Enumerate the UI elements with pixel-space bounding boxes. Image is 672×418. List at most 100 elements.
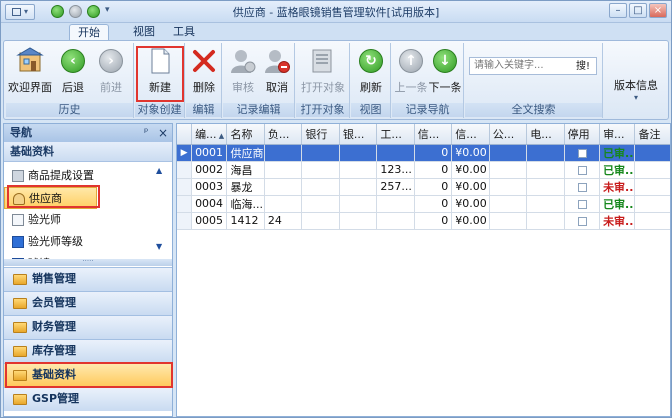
table-cell[interactable]: 24 bbox=[264, 212, 303, 230]
nav-item-optometrist[interactable]: 验光师 bbox=[4, 209, 164, 231]
table-cell[interactable]: 未审... bbox=[599, 212, 636, 230]
table-cell[interactable] bbox=[564, 212, 601, 230]
table-cell[interactable] bbox=[489, 178, 528, 196]
table-cell[interactable] bbox=[339, 212, 378, 230]
table-cell[interactable] bbox=[264, 161, 303, 179]
table-cell[interactable] bbox=[564, 178, 601, 196]
disabled-checkbox[interactable] bbox=[577, 199, 587, 209]
table-cell[interactable]: 0 bbox=[414, 144, 453, 162]
table-cell[interactable] bbox=[526, 161, 565, 179]
table-cell[interactable]: 暴龙 bbox=[226, 178, 265, 196]
delete-button[interactable]: 删除 bbox=[188, 47, 220, 101]
table-cell[interactable] bbox=[301, 178, 340, 196]
table-row[interactable]: 0005 1412 24 0 ¥0.00 未审... bbox=[177, 212, 670, 230]
disabled-checkbox[interactable] bbox=[577, 165, 587, 175]
table-cell[interactable] bbox=[489, 212, 528, 230]
table-row[interactable]: 0004 临海... 0 ¥0.00 已审... bbox=[177, 195, 670, 213]
quick-access-dropdown-icon[interactable]: ▾ bbox=[105, 5, 115, 21]
table-cell[interactable]: 0001 bbox=[191, 144, 228, 162]
table-cell[interactable]: 123... bbox=[376, 161, 415, 179]
back-button[interactable]: ‹ 后退 bbox=[56, 47, 90, 101]
table-cell[interactable]: 未审... bbox=[599, 178, 636, 196]
nav-item-optometrist-level[interactable]: 验光师等级 bbox=[4, 231, 164, 253]
search-button[interactable]: 搜! bbox=[576, 59, 590, 75]
table-cell[interactable] bbox=[526, 144, 565, 162]
table-cell[interactable]: 0 bbox=[414, 161, 453, 179]
column-header[interactable]: 信... bbox=[451, 124, 490, 145]
table-cell[interactable] bbox=[376, 212, 415, 230]
disabled-checkbox[interactable] bbox=[577, 216, 587, 226]
table-cell[interactable] bbox=[376, 144, 415, 162]
back-icon[interactable] bbox=[69, 4, 83, 20]
nav-close-icon[interactable]: × bbox=[158, 124, 168, 142]
table-cell[interactable] bbox=[264, 178, 303, 196]
table-row[interactable]: 0002 海昌 123... 0 ¥0.00 已审... bbox=[177, 161, 670, 179]
table-cell[interactable] bbox=[339, 178, 378, 196]
home-button[interactable]: 欢迎界面 bbox=[8, 47, 52, 101]
close-button[interactable]: × bbox=[649, 3, 667, 18]
tab-tools[interactable]: 工具 bbox=[165, 24, 203, 41]
nav-group-inventory[interactable]: 库存管理 bbox=[4, 339, 172, 363]
maximize-button[interactable]: □ bbox=[629, 3, 647, 18]
disabled-checkbox[interactable] bbox=[577, 182, 587, 192]
column-header[interactable]: 工... bbox=[376, 124, 415, 145]
table-cell[interactable]: 0 bbox=[414, 178, 453, 196]
table-cell[interactable]: ¥0.00 bbox=[451, 144, 490, 162]
table-cell[interactable]: ¥0.00 bbox=[451, 195, 490, 213]
current-row-indicator-icon[interactable]: ▶ bbox=[177, 144, 193, 162]
column-header[interactable]: 停用 bbox=[564, 124, 601, 145]
cancel-audit-button[interactable]: 取消 bbox=[261, 47, 293, 101]
version-info-button[interactable]: 版本信息 ▾ bbox=[608, 77, 664, 107]
table-cell[interactable]: ¥0.00 bbox=[451, 212, 490, 230]
table-cell[interactable] bbox=[634, 161, 670, 179]
table-cell[interactable] bbox=[376, 195, 415, 213]
table-cell[interactable] bbox=[301, 212, 340, 230]
next-record-button[interactable]: ↓ 下一条 bbox=[428, 47, 462, 101]
nav-group-finance[interactable]: 财务管理 bbox=[4, 315, 172, 339]
table-cell[interactable] bbox=[564, 161, 601, 179]
column-header[interactable]: 银... bbox=[339, 124, 378, 145]
table-cell[interactable]: 0004 bbox=[191, 195, 228, 213]
table-cell[interactable] bbox=[489, 161, 528, 179]
nav-group-gsp[interactable]: GSP管理 bbox=[4, 387, 172, 411]
scroll-up-icon[interactable]: ▲ bbox=[156, 166, 162, 175]
table-cell[interactable] bbox=[489, 144, 528, 162]
table-cell[interactable] bbox=[339, 144, 378, 162]
table-cell[interactable] bbox=[526, 212, 565, 230]
column-header[interactable]: 公... bbox=[489, 124, 528, 145]
table-cell[interactable]: 已审... bbox=[599, 161, 636, 179]
table-cell[interactable] bbox=[526, 195, 565, 213]
column-header[interactable]: 信... bbox=[414, 124, 453, 145]
nav-item-commission[interactable]: 商品提成设置 bbox=[4, 165, 164, 187]
refresh-icon[interactable] bbox=[51, 4, 65, 20]
tab-start[interactable]: 开始 bbox=[69, 24, 109, 41]
table-cell[interactable]: 0003 bbox=[191, 178, 228, 196]
table-cell[interactable]: 0005 bbox=[191, 212, 228, 230]
table-cell[interactable] bbox=[634, 178, 670, 196]
column-header[interactable]: 备注 bbox=[634, 124, 670, 145]
table-cell[interactable] bbox=[339, 195, 378, 213]
splitter-handle[interactable]: ····· bbox=[4, 258, 172, 266]
table-row[interactable]: ▶ 0001 供应商 0 ¥0.00 已审... bbox=[177, 144, 670, 162]
table-cell[interactable]: 0 bbox=[414, 212, 453, 230]
prev-record-button[interactable]: ↑ 上一条 bbox=[394, 47, 428, 101]
table-cell[interactable] bbox=[301, 144, 340, 162]
refresh-button[interactable]: ↻ 刷新 bbox=[355, 47, 387, 101]
tab-view[interactable]: 视图 bbox=[125, 24, 163, 41]
column-header[interactable]: 名称 bbox=[226, 124, 265, 145]
table-cell[interactable]: 海昌 bbox=[226, 161, 265, 179]
table-cell[interactable] bbox=[634, 144, 670, 162]
pin-icon[interactable]: ᵖ bbox=[144, 124, 148, 142]
table-cell[interactable]: 1412 bbox=[226, 212, 265, 230]
open-object-button[interactable]: 打开对象 bbox=[299, 47, 347, 101]
table-cell[interactable] bbox=[564, 195, 601, 213]
row-indicator[interactable] bbox=[177, 212, 193, 230]
table-cell[interactable]: ¥0.00 bbox=[451, 178, 490, 196]
table-cell[interactable]: 已审... bbox=[599, 144, 636, 162]
forward-button[interactable]: › 前进 bbox=[94, 47, 128, 101]
search-input[interactable]: 请输入关键字... 搜! bbox=[469, 57, 597, 75]
table-cell[interactable] bbox=[264, 195, 303, 213]
app-menu-button[interactable]: ▾ bbox=[5, 4, 35, 20]
table-cell[interactable] bbox=[564, 144, 601, 162]
row-indicator[interactable] bbox=[177, 161, 193, 179]
